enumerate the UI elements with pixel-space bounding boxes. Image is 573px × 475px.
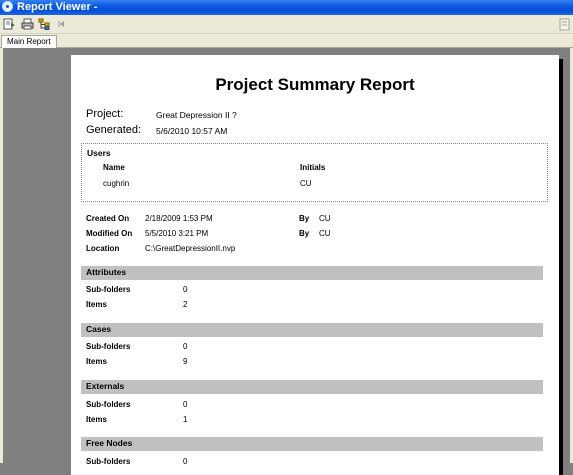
attributes-subfolders-label: Sub-folders bbox=[86, 285, 131, 294]
user-name: cughrin bbox=[103, 179, 130, 188]
window-title: Report Viewer - bbox=[17, 1, 98, 13]
first-page-icon[interactable] bbox=[56, 18, 69, 30]
created-by-label: By bbox=[299, 214, 310, 223]
users-col-initials: Initials bbox=[300, 163, 326, 172]
project-label: Project: bbox=[86, 108, 124, 120]
users-title: Users bbox=[87, 148, 111, 158]
location-label: Location bbox=[86, 244, 120, 253]
attributes-items-label: Items bbox=[86, 300, 107, 309]
externals-items-value: 1 bbox=[183, 415, 188, 424]
viewport-left-edge bbox=[0, 48, 3, 463]
modified-by-value: CU bbox=[319, 229, 331, 238]
tree-icon[interactable] bbox=[38, 18, 51, 30]
cases-items-value: 9 bbox=[183, 357, 188, 366]
section-externals-header: Externals bbox=[81, 380, 543, 394]
modified-by-label: By bbox=[299, 229, 310, 238]
toolbar bbox=[0, 15, 573, 34]
modified-on-label: Modified On bbox=[86, 229, 133, 238]
cases-items-label: Items bbox=[86, 357, 107, 366]
externals-subfolders-value: 0 bbox=[183, 400, 188, 409]
print-icon[interactable] bbox=[21, 18, 34, 30]
users-panel: Users Name Initials cughrin CU bbox=[81, 143, 548, 202]
user-initials: CU bbox=[300, 179, 312, 188]
modified-on-value: 5/5/2010 3:21 PM bbox=[145, 229, 209, 238]
attributes-subfolders-value: 0 bbox=[183, 285, 188, 294]
created-on-label: Created On bbox=[86, 214, 130, 223]
externals-subfolders-label: Sub-folders bbox=[86, 400, 131, 409]
report-viewport[interactable]: Project Summary Report Project: Great De… bbox=[0, 48, 573, 475]
created-by-value: CU bbox=[319, 214, 331, 223]
export-icon[interactable] bbox=[3, 18, 16, 30]
cases-subfolders-label: Sub-folders bbox=[86, 342, 131, 351]
tab-main-report[interactable]: Main Report bbox=[1, 35, 57, 48]
tab-strip: Main Report bbox=[0, 34, 573, 48]
location-value: C:\GreatDepressionII.nvp bbox=[145, 244, 236, 253]
section-free-nodes-header: Free Nodes bbox=[81, 437, 543, 451]
generated-value: 5/6/2010 10:57 AM bbox=[156, 126, 228, 136]
report-title: Project Summary Report bbox=[215, 75, 415, 94]
project-value: Great Depression II ? bbox=[156, 110, 237, 120]
section-cases-header: Cases bbox=[81, 323, 543, 337]
free-nodes-subfolders-label: Sub-folders bbox=[86, 457, 131, 466]
app-icon bbox=[2, 1, 13, 12]
free-nodes-subfolders-value: 0 bbox=[183, 457, 188, 466]
externals-items-label: Items bbox=[86, 415, 107, 424]
attributes-items-value: 2 bbox=[183, 300, 188, 309]
generated-label: Generated: bbox=[86, 124, 142, 136]
toolbar-grip-icon bbox=[559, 17, 571, 32]
cases-subfolders-value: 0 bbox=[183, 342, 188, 351]
section-attributes-header: Attributes bbox=[81, 266, 543, 280]
created-on-value: 2/18/2009 1:53 PM bbox=[145, 214, 213, 223]
report-page: Project Summary Report Project: Great De… bbox=[71, 55, 559, 475]
users-col-name: Name bbox=[103, 163, 125, 172]
window-titlebar: Report Viewer - bbox=[0, 0, 573, 15]
